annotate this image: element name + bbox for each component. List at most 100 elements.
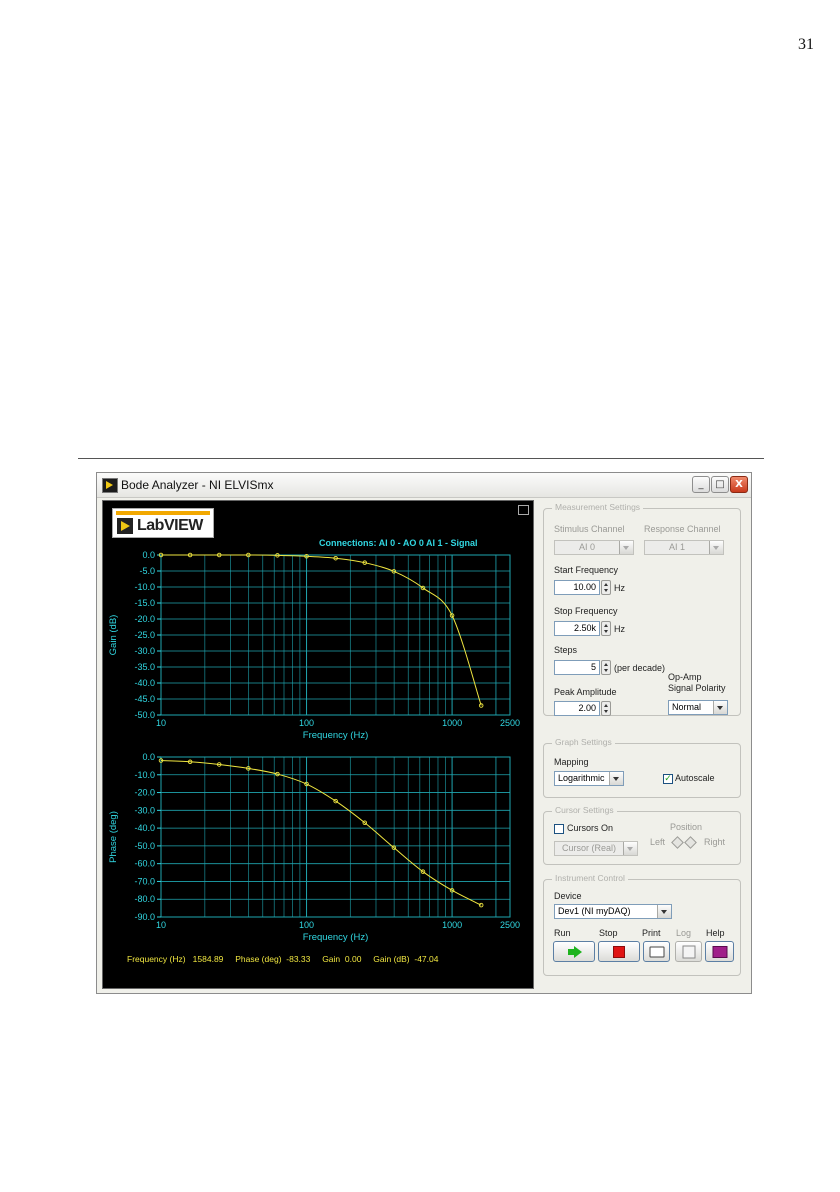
cursor-settings-legend: Cursor Settings	[552, 805, 617, 815]
chevron-down-icon	[609, 772, 623, 785]
phase-y-tick-label: 0.0	[142, 752, 155, 762]
gain-y-axis-label: Gain (dB)	[108, 615, 119, 656]
labview-app-icon[interactable]	[102, 478, 118, 493]
phase-graph[interactable]: 0.0 -10.0 -20.0 -30.0 -40.0 -50.0 -60.0 -70.0 -8…	[103, 749, 533, 949]
signal-polarity-label: Signal Polarity	[668, 683, 726, 693]
panel-restore-icon[interactable]	[518, 505, 529, 515]
steps-unit: (per decade)	[614, 663, 666, 673]
device-select[interactable]: Dev1 (NI myDAQ)	[554, 904, 672, 919]
labview-logo-icon	[117, 518, 133, 534]
gain-y-tick-label: -10.0	[134, 582, 155, 592]
readout-gaindb-label: Gain (dB)	[373, 954, 410, 964]
measurement-settings-group: Measurement Settings Stimulus Channel Re…	[543, 502, 741, 716]
phase-x-tick-label: 100	[299, 920, 314, 930]
readout-gain-value: 0.00	[344, 954, 362, 964]
chevron-down-icon	[713, 701, 727, 714]
start-frequency-label: Start Frequency	[554, 565, 619, 575]
window-title: Bode Analyzer - NI ELVISmx	[121, 478, 274, 492]
steps-spinner[interactable]	[601, 660, 611, 675]
phase-y-tick-label: -30.0	[134, 805, 155, 815]
autoscale-checkbox[interactable]: ✓	[663, 774, 673, 784]
gain-y-tick-label: -50.0	[134, 710, 155, 720]
print-button[interactable]	[643, 941, 670, 962]
gain-x-tick-label: 1000	[442, 718, 462, 728]
instrument-control-legend: Instrument Control	[552, 873, 628, 883]
close-button[interactable]: X	[730, 476, 748, 493]
chevron-down-icon	[709, 541, 723, 554]
readout-frequency-value: 1584.89	[192, 954, 224, 964]
cursor-settings-group: Cursor Settings Cursors On Position Left…	[543, 805, 741, 865]
phase-y-axis-label: Phase (deg)	[108, 811, 119, 863]
gain-y-tick-label: 0.0	[142, 550, 155, 560]
readout-phase-value: -83.33	[286, 954, 311, 964]
phase-y-tick-label: -80.0	[134, 894, 155, 904]
peak-amplitude-spinner[interactable]	[601, 701, 611, 716]
labview-logo: LabVIEW	[112, 508, 214, 538]
stop-label: Stop	[599, 928, 618, 938]
signal-polarity-select[interactable]: Normal	[668, 700, 728, 715]
stimulus-channel-select[interactable]: AI 0	[554, 540, 634, 555]
run-arrow-icon	[568, 945, 582, 958]
start-frequency-input[interactable]: 10.00	[554, 580, 600, 595]
maximize-button[interactable]: □	[711, 476, 729, 493]
mapping-select[interactable]: Logarithmic	[554, 771, 624, 786]
cursor-readout: Frequency (Hz) 1584.89 Phase (deg) -83.3…	[127, 954, 438, 964]
labview-logo-text: LabVIEW	[137, 517, 203, 534]
start-frequency-unit: Hz	[614, 583, 625, 593]
phase-y-tick-label: -40.0	[134, 823, 155, 833]
help-book-icon	[712, 945, 727, 958]
settings-sidebar: Measurement Settings Stimulus Channel Re…	[539, 500, 749, 989]
peak-amplitude-input[interactable]: 2.00	[554, 701, 600, 716]
gain-x-tick-label: 2500	[500, 718, 520, 728]
gain-y-tick-label: -40.0	[134, 678, 155, 688]
minimize-button[interactable]: _	[692, 476, 710, 493]
title-bar[interactable]: Bode Analyzer - NI ELVISmx _ □ X	[97, 473, 751, 498]
gain-graph[interactable]: 0.0 -5.0 -10.0 -15.0 -20.0 -25.0 -30.0 -35.0 -40…	[103, 547, 533, 747]
start-frequency-spinner[interactable]	[601, 580, 611, 595]
cursor-right-button[interactable]	[684, 836, 697, 849]
cursors-on-checkbox[interactable]	[554, 824, 564, 834]
stop-square-icon	[613, 945, 625, 958]
gain-x-tick-label: 100	[299, 718, 314, 728]
signal-polarity-value: Normal	[672, 702, 702, 712]
measurement-settings-legend: Measurement Settings	[552, 502, 644, 512]
readout-frequency-label: Frequency (Hz)	[127, 954, 186, 964]
gain-x-axis-label: Frequency (Hz)	[303, 730, 368, 741]
stop-frequency-spinner[interactable]	[601, 621, 611, 636]
cursor-select[interactable]: Cursor (Real)	[554, 841, 638, 856]
phase-y-tick-label: -90.0	[134, 912, 155, 922]
steps-input[interactable]: 5	[554, 660, 600, 675]
run-button[interactable]	[553, 941, 595, 962]
chevron-down-icon	[657, 905, 671, 918]
bode-analyzer-window: Bode Analyzer - NI ELVISmx _ □ X LabVIEW…	[96, 472, 752, 994]
response-channel-select[interactable]: AI 1	[644, 540, 724, 555]
log-button[interactable]	[675, 941, 702, 962]
phase-trace	[160, 760, 482, 906]
mapping-label: Mapping	[554, 757, 589, 767]
log-label: Log	[676, 928, 692, 938]
graph-settings-legend: Graph Settings	[552, 737, 615, 747]
stop-frequency-input[interactable]: 2.50k	[554, 621, 600, 636]
gain-y-tick-label: -35.0	[134, 662, 155, 672]
chevron-down-icon	[623, 842, 637, 855]
help-button[interactable]	[705, 941, 734, 962]
print-label: Print	[642, 928, 661, 938]
readout-gaindb-value: -47.04	[414, 954, 439, 964]
cursor-left-button[interactable]	[671, 836, 684, 849]
phase-x-tick-label: 1000	[442, 920, 462, 930]
printer-icon	[649, 946, 664, 957]
phase-y-tick-label: -20.0	[134, 788, 155, 798]
phase-x-tick-label: 2500	[500, 920, 520, 930]
gain-y-tick-label: -30.0	[134, 646, 155, 656]
stop-button[interactable]	[598, 941, 640, 962]
stop-frequency-label: Stop Frequency	[554, 606, 618, 616]
gain-x-tick-label: 10	[156, 718, 166, 728]
gain-y-tick-label: -5.0	[139, 566, 155, 576]
log-icon	[682, 945, 695, 958]
stop-frequency-unit: Hz	[614, 624, 625, 634]
response-channel-value: AI 1	[668, 542, 685, 552]
peak-amplitude-label: Peak Amplitude	[554, 687, 617, 697]
phase-x-axis-label: Frequency (Hz)	[303, 932, 368, 943]
device-value: Dev1 (NI myDAQ)	[558, 906, 631, 916]
right-label: Right	[704, 837, 726, 847]
